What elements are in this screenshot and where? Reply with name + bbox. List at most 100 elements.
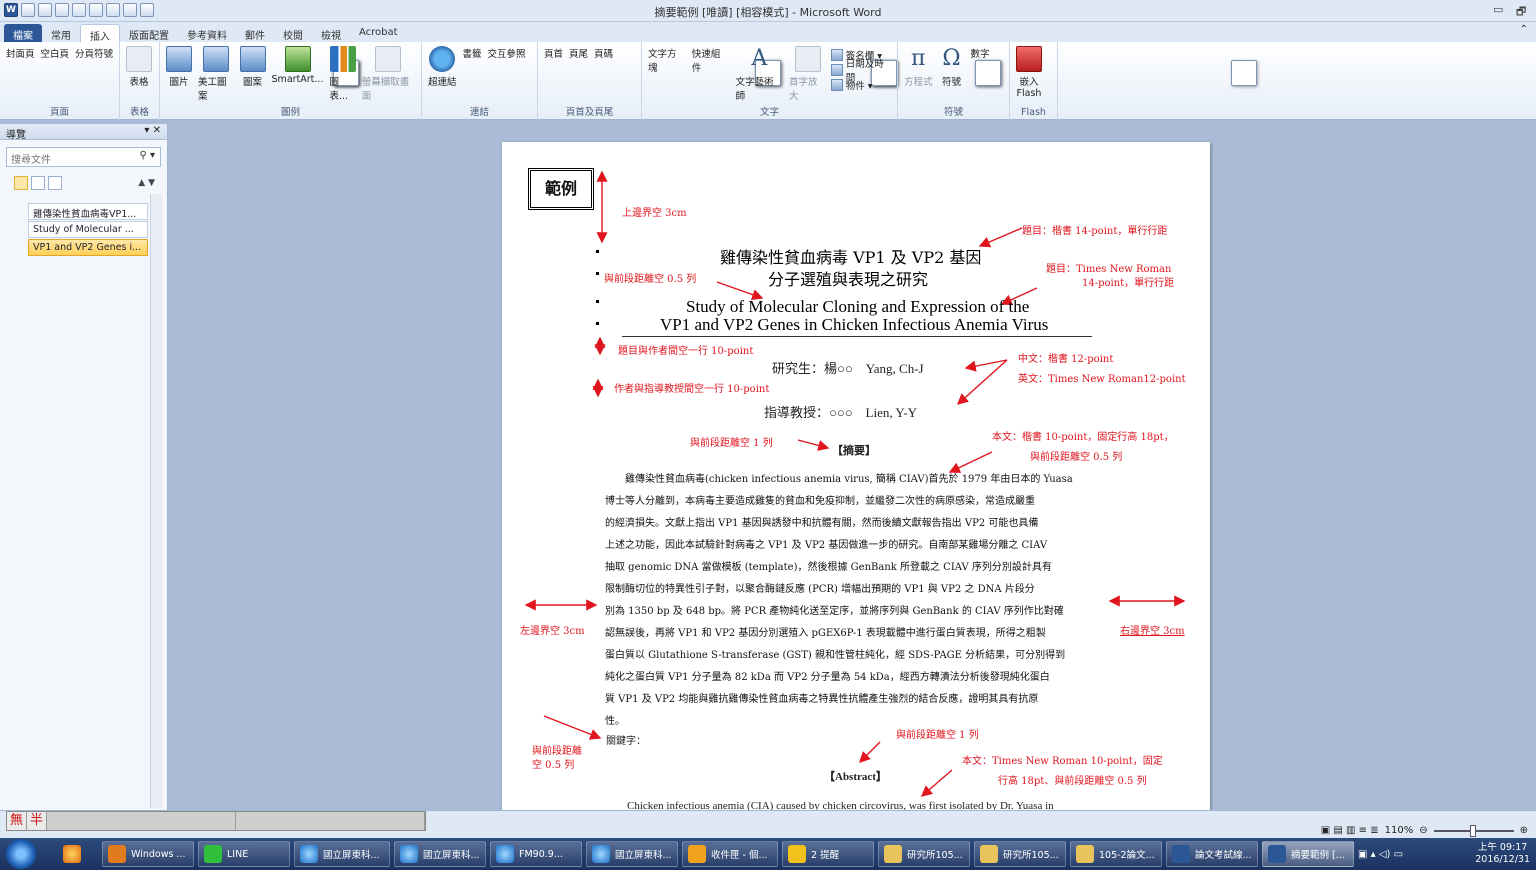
ime-field (47, 812, 236, 830)
pages-view-icon[interactable] (31, 176, 45, 190)
header-button[interactable]: 頁首 (542, 46, 897, 104)
tab-home[interactable]: 常用 (42, 24, 80, 42)
table-button[interactable]: 表格 (124, 46, 154, 104)
nav-search-input[interactable]: 搜尋文件 ⚲ ▾ (6, 147, 161, 167)
annotation-abstract-en-font-2: 行高 18pt、與前段距離空 0.5 列 (998, 776, 1147, 787)
taskbar-item-word-2[interactable]: 摘要範例 [... (1262, 841, 1354, 867)
wordart-button[interactable]: A 文字藝術師 (734, 46, 785, 104)
smartart-button[interactable]: SmartArt... (270, 46, 326, 104)
calendar-icon (830, 64, 843, 76)
nav-scrollbar[interactable] (150, 194, 162, 808)
taskbar-item-ie-4[interactable]: 國立屏東科... (586, 841, 678, 867)
tab-view[interactable]: 檢視 (312, 24, 350, 42)
minimize-button[interactable]: ▭ (1493, 3, 1503, 16)
shapes-button[interactable]: 圖案 (238, 46, 268, 104)
symbol-button[interactable]: Ω 符號 (937, 46, 967, 104)
clock[interactable]: 上午 09:17 2016/12/31 (1475, 842, 1530, 866)
restore-button[interactable]: 🗗 (1516, 3, 1526, 22)
headings-view-icon[interactable] (14, 176, 28, 190)
cover-page-button[interactable]: 封面頁 (4, 46, 359, 104)
close-icon[interactable]: ▾ ✕ (144, 125, 161, 136)
taskbar-item-app[interactable] (58, 841, 98, 867)
group-label: 頁面 (49, 107, 69, 118)
taskbar-item-reminder[interactable]: 2 提醒 (782, 841, 874, 867)
bookmark-button[interactable]: 書籤 (461, 46, 781, 104)
ie-icon (300, 845, 318, 863)
help-chevron-icon[interactable]: ⌃ (1520, 24, 1528, 42)
group-label: 連結 (469, 107, 489, 118)
annotation-before-space-05c: 與前段距離 (532, 746, 582, 757)
embed-flash-button[interactable]: 嵌入 Flash (1014, 46, 1044, 104)
tab-insert[interactable]: 插入 (80, 24, 120, 43)
app-icon (63, 845, 81, 863)
title-chinese-line-1: 雞傳染性貧血病毒 VP1 及 VP2 基因 (720, 248, 982, 267)
ime-width-button[interactable]: 半 (27, 812, 47, 830)
annotation-right-margin: 右邊界空 3cm (1120, 626, 1185, 637)
view-buttons-icon[interactable]: ▣ ▤ ▥ ≡ ≣ (1321, 825, 1379, 836)
taskbar-item-ie-3[interactable]: FM90.9... (490, 841, 582, 867)
drop-cap-button[interactable]: 首字放大 (787, 46, 829, 104)
taskbar-item-folder-2[interactable]: 研究所105... (974, 841, 1066, 867)
taskbar-item-line[interactable]: LINE (198, 841, 290, 867)
search-icon[interactable]: ⚲ ▾ (139, 150, 155, 161)
page-break-button[interactable]: 分頁符號 (73, 46, 359, 104)
signature-icon (830, 49, 843, 61)
hyperlink-button[interactable]: 超連結 (426, 46, 459, 104)
zoom-out-icon[interactable]: ⊖ (1419, 825, 1427, 836)
blank-page-button[interactable]: 空白頁 (39, 46, 359, 104)
screenshot-button[interactable]: 螢幕擷取畫面 (360, 46, 417, 104)
annotation-before-space: 與前段距離空 0.5 列 (604, 274, 697, 285)
tab-acrobat[interactable]: Acrobat (350, 24, 407, 42)
tab-review[interactable]: 校閱 (274, 24, 312, 42)
zoom-slider-knob[interactable] (1469, 824, 1476, 837)
tab-file[interactable]: 檔案 (4, 24, 42, 42)
nav-heading-item[interactable]: Study of Molecular ... (28, 221, 148, 238)
group-text: 文字方塊 快速組件 A 文字藝術師 首字放大 簽名欄 ▾ 日期及時間 物件 ▾ 文… (642, 42, 1001, 120)
taskbar-item-ie-2[interactable]: 國立屏東科... (394, 841, 486, 867)
tab-references[interactable]: 參考資料 (178, 24, 236, 42)
tab-mailings[interactable]: 郵件 (236, 24, 274, 42)
tab-page-layout[interactable]: 版面配置 (120, 24, 178, 42)
cross-reference-button[interactable]: 交互參照 (486, 46, 781, 104)
nav-heading-item[interactable]: 雞傳染性貧血病毒VP1... (28, 203, 148, 220)
taskbar-item-folder-3[interactable]: 105-2論文... (1070, 841, 1162, 867)
results-view-icon[interactable] (48, 176, 62, 190)
taskbar-item-windows[interactable]: Windows ... (102, 841, 194, 867)
taskbar-item-folder-1[interactable]: 研究所105... (878, 841, 970, 867)
equation-button[interactable]: π 方程式 (902, 46, 935, 104)
zoom-level[interactable]: 110% (1385, 825, 1414, 836)
annotation-before-space-1: 與前段距離空 1 列 (690, 438, 773, 449)
clip-art-button[interactable]: 美工圖案 (196, 46, 236, 104)
zoom-slider[interactable] (1433, 824, 1514, 837)
annotation-title-font-en-2: 14-point，單行行距 (1082, 278, 1175, 289)
system-tray-icons[interactable]: ▣ ▴ ◁) ▭ (1358, 849, 1403, 860)
group-label: 符號 (943, 107, 963, 118)
nav-up-down-icon[interactable]: ▲ ▼ (138, 178, 155, 188)
group-links: 超連結 書籤 交互參照 連結 (422, 42, 781, 120)
title-divider (622, 336, 1092, 337)
text-box-button[interactable]: 文字方塊 (646, 46, 1001, 104)
annotation-en-font: 英文：Times New Roman12-point (1018, 374, 1186, 385)
start-button[interactable] (6, 839, 36, 869)
picture-button[interactable]: 圖片 (164, 46, 194, 104)
ime-toolbar[interactable]: 無 半 (6, 811, 426, 831)
annotation-abstract-en-font: 本文：Times New Roman 10-point，固定 (962, 756, 1163, 767)
wordart-icon: A (751, 46, 768, 71)
quick-parts-button[interactable]: 快速組件 (690, 46, 1001, 104)
ime-mode-button[interactable]: 無 (7, 812, 27, 830)
body-line: 蛋白質以 Glutathione S-transferase (GST) 親和性… (605, 650, 1066, 661)
object-button[interactable]: 物件 ▾ (830, 78, 893, 92)
taskbar-item-word-1[interactable]: 論文考試線... (1166, 841, 1258, 867)
title-chinese-line-2: 分子選殖與表現之研究 (768, 270, 929, 289)
title-bar: W 摘要範例 [唯讀] [相容模式] - Microsoft Word ▭ 🗗 (0, 0, 1536, 22)
chart-button[interactable]: 圖表... (327, 46, 357, 104)
footer-button[interactable]: 頁尾 (567, 46, 897, 104)
taskbar-item-outlook[interactable]: 收件匣 - 個... (682, 841, 778, 867)
zoom-in-icon[interactable]: ⊕ (1520, 825, 1528, 836)
number-button[interactable]: 數字 (969, 46, 1257, 104)
taskbar-item-ie-1[interactable]: 國立屏東科... (294, 841, 390, 867)
nav-heading-item-selected[interactable]: VP1 and VP2 Genes i... (28, 239, 148, 256)
page-number-button[interactable]: 頁碼 (592, 46, 897, 104)
date-time-button[interactable]: 日期及時間 (830, 59, 893, 84)
document-page[interactable]: 範例 上邊界空 3cm 題目：楷書 14-point，單行行距 題目：Times… (502, 142, 1210, 810)
